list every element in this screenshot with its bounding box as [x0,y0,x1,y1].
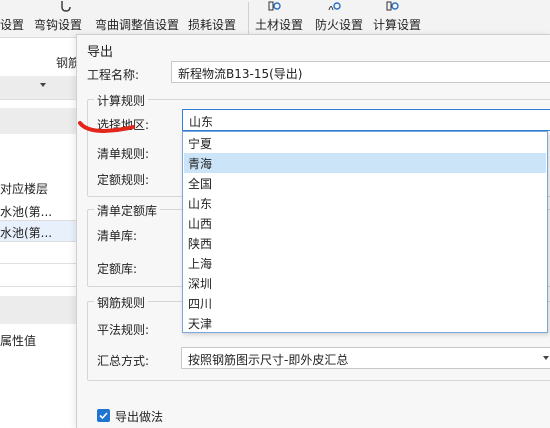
table-row-selected[interactable]: 水池(第... [0,220,78,242]
ribbon-soil-settings-button[interactable]: 土材设置 [255,16,303,33]
background-band [0,108,78,134]
region-option[interactable]: 全国 [184,173,546,193]
ribbon-toolbar: 设置 弯钩设置 弯曲调整值设置 损耗设置 土材设置 防火设置 计算设置 [0,0,550,38]
background-band [0,296,78,324]
ribbon-calc-settings-button[interactable]: 计算设置 [373,16,421,33]
region-label: 选择地区: [97,118,150,132]
calc-gear-icon [386,0,400,12]
chevron-down-icon[interactable] [543,356,549,360]
summary-mode-label: 汇总方式: [97,354,150,368]
filter-bar [0,76,78,100]
row-divider [0,286,78,287]
region-option[interactable]: 上海 [184,253,546,273]
hook-icon [60,0,74,12]
region-option[interactable]: 山东 [184,193,546,213]
export-method-label: 导出做法 [115,410,164,424]
bill-library-label: 清单库: [97,229,138,243]
row-divider [0,263,78,264]
table-row-label: 水池(第... [0,226,53,240]
background-panel: 钢筋 对应楼层 水池(第... 水池(第... 属性值 [0,38,80,428]
region-option[interactable]: 天津 [184,313,546,333]
region-option[interactable]: 陕西 [184,233,546,253]
export-method-checkbox[interactable] [97,409,110,422]
project-name-label: 工程名称: [87,68,140,82]
export-dialog: 导出 工程名称: 新程物流B13-15(导出) 计算规则 选择地区: 清单规则:… [76,34,550,428]
region-select[interactable]: 山东 [182,109,550,131]
ribbon-hook-settings-button[interactable]: 弯钩设置 [34,16,82,33]
region-option[interactable]: 四川 [184,293,546,313]
quota-rule-label: 定额规则: [97,173,150,187]
region-option[interactable]: 宁夏 [184,133,546,153]
region-option[interactable]: 深圳 [184,273,546,293]
summary-mode-value: 按照钢筋图示尺寸-即外皮汇总 [188,353,349,367]
check-icon [99,412,108,420]
ribbon-fire-settings-button[interactable]: 防火设置 [315,16,363,33]
column-header-floor: 对应楼层 [0,182,49,196]
filter-dropdown-icon[interactable] [40,83,46,87]
flat-rule-label: 平法规则: [97,323,150,337]
ribbon-settings-button[interactable]: 设置 [0,16,24,33]
dialog-title: 导出 [87,45,114,60]
region-option[interactable]: 山西 [184,213,546,233]
quota-library-label: 定额库: [97,262,138,276]
ribbon-bend-adjust-button[interactable]: 弯曲调整值设置 [95,16,179,33]
fire-gear-icon [328,0,342,12]
region-dropdown-list: 宁夏 青海 全国 山东 山西 陕西 上海 深圳 四川 天津 [182,131,548,333]
ribbon-divider [248,2,249,34]
calc-rule-group-title: 计算规则 [94,92,149,109]
property-header: 属性值 [0,334,37,348]
library-group-title: 清单定额库 [94,202,161,219]
table-row[interactable]: 水池(第... [0,203,52,220]
bill-rule-label: 清单规则: [97,147,150,161]
region-select-value: 山东 [189,115,214,129]
summary-mode-select[interactable]: 按照钢筋图示尺寸-即外皮汇总 [181,347,550,369]
project-name-field[interactable]: 新程物流B13-15(导出) [171,61,550,83]
rebar-rule-group-title: 钢筋规则 [94,294,149,311]
gear-icon [268,0,282,12]
ribbon-loss-settings-button[interactable]: 损耗设置 [188,16,236,33]
region-option-highlighted[interactable]: 青海 [184,153,546,173]
